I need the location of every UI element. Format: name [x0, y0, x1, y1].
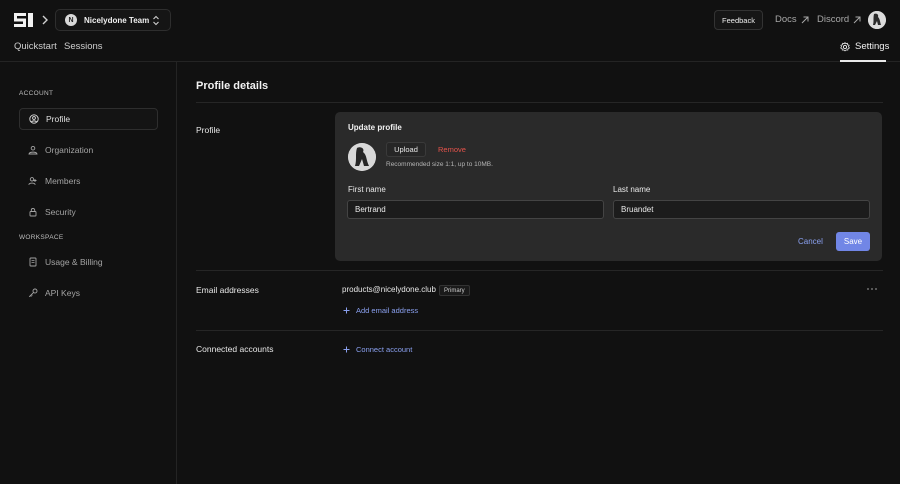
section-label-workspace: WORKSPACE	[19, 234, 64, 241]
settings-label: Settings	[855, 41, 890, 52]
last-name-field[interactable]	[613, 200, 870, 219]
lock-icon	[29, 208, 37, 217]
last-name-label: Last name	[613, 185, 651, 194]
connected-accounts-row-label: Connected accounts	[196, 344, 274, 354]
sidebar-item-label: Security	[45, 207, 76, 217]
tab-settings[interactable]: Settings	[840, 41, 889, 52]
external-arrow-icon	[801, 16, 809, 23]
discord-link-label: Discord	[817, 14, 850, 25]
tab-sessions[interactable]: Sessions	[64, 41, 103, 52]
plus-icon	[343, 346, 350, 353]
save-button[interactable]: Save	[836, 232, 870, 251]
primary-badge: Primary	[439, 285, 470, 296]
sidebar-item-organization[interactable]: Organization	[19, 139, 158, 161]
email-row-label: Email addresses	[196, 285, 259, 295]
user-photo-icon	[348, 143, 376, 171]
key-icon	[28, 288, 38, 298]
page-title: Profile details	[196, 80, 269, 92]
add-email-label: Add email address	[356, 306, 419, 315]
first-name-label: First name	[348, 185, 386, 194]
remove-button[interactable]: Remove	[438, 145, 466, 154]
card-title: Update profile	[348, 123, 402, 132]
sidebar: ACCOUNT Profile Organization Members Sec…	[0, 62, 177, 484]
upload-button[interactable]: Upload	[386, 142, 426, 157]
profile-row-label: Profile	[196, 125, 221, 135]
divider	[196, 102, 883, 103]
tab-quickstart[interactable]: Quickstart	[14, 41, 57, 52]
discord-link[interactable]: Discord	[817, 14, 861, 25]
team-avatar: N	[65, 14, 77, 26]
top-bar: N Nicelydone Team Quickstart Sessions Fe…	[0, 0, 900, 62]
divider	[196, 270, 883, 271]
docs-link[interactable]: Docs	[775, 14, 809, 25]
members-icon	[28, 177, 37, 186]
add-email-button[interactable]: Add email address	[343, 306, 418, 315]
sidebar-item-label: Members	[45, 176, 81, 186]
gear-icon	[840, 41, 850, 51]
sidebar-item-label: Profile	[46, 114, 71, 124]
active-tab-indicator	[840, 60, 886, 62]
user-circle-icon	[29, 114, 39, 124]
user-avatar[interactable]	[868, 11, 886, 29]
docs-link-label: Docs	[775, 14, 797, 25]
profile-avatar[interactable]	[348, 143, 376, 171]
sidebar-item-members[interactable]: Members	[19, 170, 158, 192]
sidebar-item-api-keys[interactable]: API Keys	[19, 282, 158, 304]
chevron-up-down-icon	[153, 15, 159, 26]
more-options-icon[interactable]	[865, 283, 879, 295]
email-address: products@nicelydone.club	[342, 285, 436, 294]
team-name: Nicelydone Team	[84, 15, 150, 25]
cancel-button[interactable]: Cancel	[798, 237, 823, 246]
upload-hint: Recommended size 1:1, up to 10MB.	[386, 161, 493, 168]
first-name-field[interactable]	[347, 200, 604, 219]
divider	[196, 330, 883, 331]
user-photo-icon	[868, 11, 886, 29]
connect-account-button[interactable]: Connect account	[343, 345, 412, 354]
connect-account-label: Connect account	[356, 345, 413, 354]
sidebar-item-usage-billing[interactable]: Usage & Billing	[19, 251, 158, 273]
section-label-account: ACCOUNT	[19, 90, 54, 97]
team-switcher[interactable]: N Nicelydone Team	[55, 9, 171, 31]
sidebar-item-security[interactable]: Security	[19, 201, 158, 223]
update-profile-card: Update profile Upload Remove Recommended…	[335, 112, 882, 261]
chevron-right-icon	[42, 15, 48, 25]
receipt-icon	[29, 257, 37, 267]
sidebar-item-label: Usage & Billing	[45, 257, 103, 267]
sidebar-item-profile[interactable]: Profile	[19, 108, 158, 130]
plus-icon	[343, 307, 350, 314]
sidebar-item-label: API Keys	[45, 288, 80, 298]
organization-icon	[28, 145, 38, 155]
app-logo-icon[interactable]	[13, 12, 34, 28]
external-arrow-icon	[853, 16, 861, 23]
sidebar-item-label: Organization	[45, 145, 94, 155]
feedback-button[interactable]: Feedback	[714, 10, 763, 30]
